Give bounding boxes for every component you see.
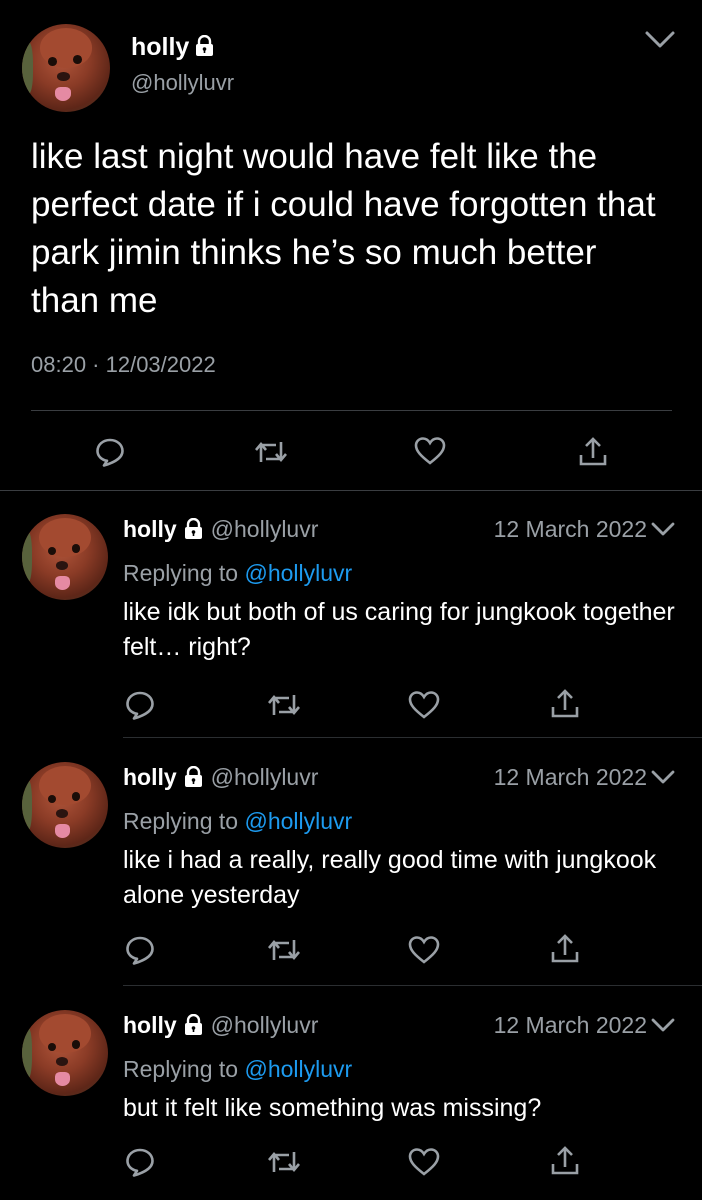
chevron-down-icon[interactable] [644, 30, 676, 50]
share-icon[interactable] [550, 933, 580, 965]
replying-to: Replying to @hollyluvr [123, 560, 352, 587]
display-name[interactable]: holly @hollyluvr [123, 516, 318, 543]
lock-icon [195, 35, 214, 57]
share-icon[interactable] [550, 1145, 580, 1177]
divider [31, 410, 672, 411]
display-name-text: holly [123, 1012, 177, 1038]
avatar[interactable] [22, 762, 108, 848]
display-name-text: holly [131, 33, 190, 61]
tweet-date[interactable]: 12 March 2022 [494, 764, 647, 791]
display-name-text: holly [123, 764, 177, 790]
retweet-icon[interactable] [267, 1146, 301, 1178]
avatar[interactable] [22, 24, 110, 112]
lock-icon [184, 1014, 203, 1036]
tweet-text: like i had a really, really good time wi… [123, 846, 657, 909]
replying-prefix: Replying to [123, 560, 239, 586]
display-name-text: holly [123, 516, 177, 542]
handle[interactable]: @hollyluvr [211, 1012, 319, 1038]
reply-icon[interactable] [124, 934, 156, 966]
lock-icon [184, 518, 203, 540]
replying-prefix: Replying to [123, 808, 239, 834]
share-icon[interactable] [578, 436, 608, 468]
like-icon[interactable] [414, 436, 446, 466]
handle[interactable]: @hollyluvr [211, 764, 319, 790]
tweet-date[interactable]: 12 March 2022 [494, 516, 647, 543]
reply-icon[interactable] [94, 436, 126, 468]
timestamp[interactable]: 08:20 · 12/03/2022 [31, 352, 216, 378]
display-name[interactable]: holly @hollyluvr [123, 1012, 318, 1039]
retweet-icon[interactable] [267, 689, 301, 721]
like-icon[interactable] [408, 690, 440, 720]
tweet-text: but it felt like something was missing? [123, 1094, 542, 1122]
reply-tweet[interactable]: holly @hollyluvr 12 March 2022 Replying t… [0, 738, 702, 986]
reply-tweet[interactable]: holly @hollyluvr 12 March 2022 Replying t… [0, 490, 702, 738]
handle[interactable]: @hollyluvr [131, 70, 234, 96]
tweet-text: like idk but both of us caring for jungk… [123, 598, 675, 661]
chevron-down-icon[interactable] [651, 1017, 675, 1033]
display-name[interactable]: holly [131, 33, 214, 62]
avatar[interactable] [22, 1010, 108, 1096]
replying-to: Replying to @hollyluvr [123, 808, 352, 835]
replying-to: Replying to @hollyluvr [123, 1056, 352, 1083]
chevron-down-icon[interactable] [651, 521, 675, 537]
tweet-text: like last night would have felt like the… [31, 137, 656, 320]
like-icon[interactable] [408, 1147, 440, 1177]
replying-prefix: Replying to [123, 1056, 239, 1082]
reply-icon[interactable] [124, 1146, 156, 1178]
display-name[interactable]: holly @hollyluvr [123, 764, 318, 791]
retweet-icon[interactable] [254, 436, 288, 468]
lock-icon [184, 766, 203, 788]
tweet-date[interactable]: 12 March 2022 [494, 1012, 647, 1039]
mention-link[interactable]: @hollyluvr [244, 560, 352, 586]
share-icon[interactable] [550, 688, 580, 720]
like-icon[interactable] [408, 935, 440, 965]
mention-link[interactable]: @hollyluvr [244, 1056, 352, 1082]
retweet-icon[interactable] [267, 934, 301, 966]
reply-icon[interactable] [124, 689, 156, 721]
chevron-down-icon[interactable] [651, 769, 675, 785]
reply-tweet[interactable]: holly @hollyluvr 12 March 2022 Replying t… [0, 986, 702, 1200]
avatar[interactable] [22, 514, 108, 600]
handle[interactable]: @hollyluvr [211, 516, 319, 542]
mention-link[interactable]: @hollyluvr [244, 808, 352, 834]
